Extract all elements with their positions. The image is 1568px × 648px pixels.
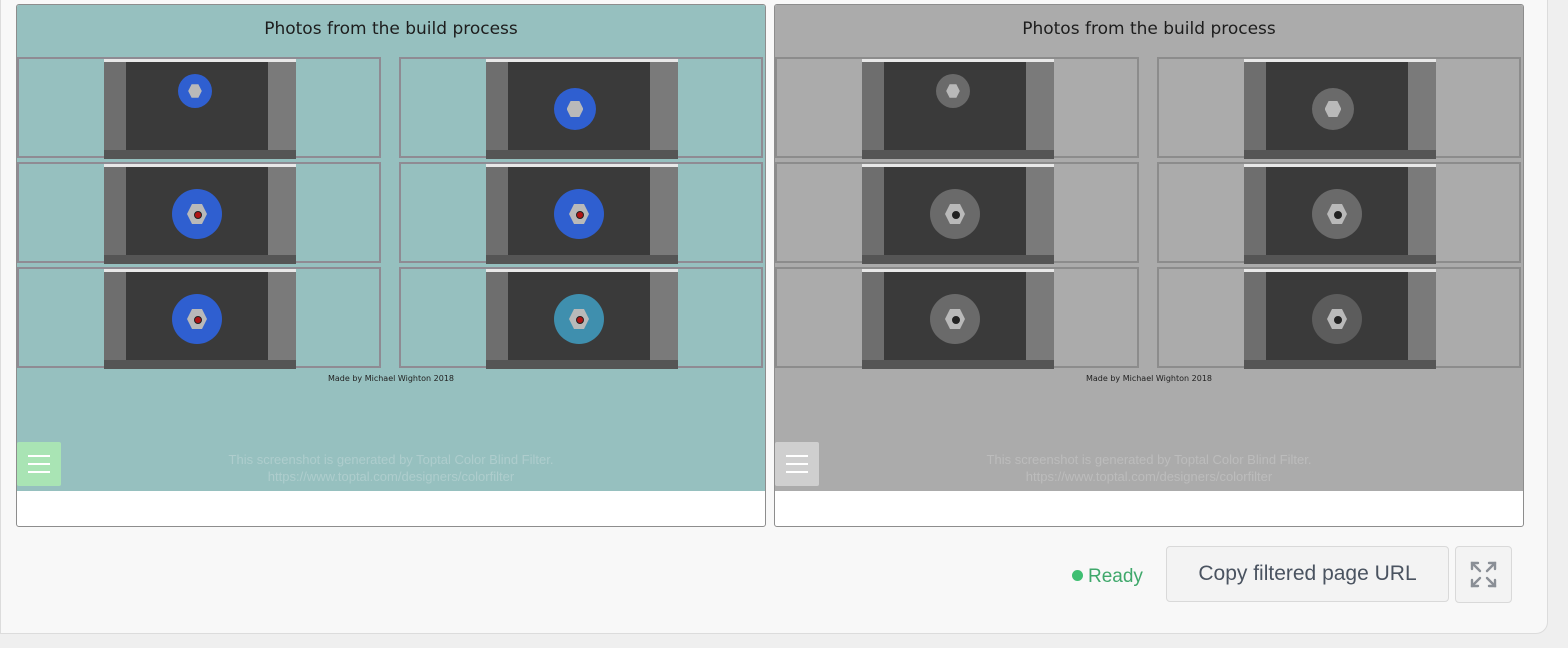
photo-cell	[1157, 57, 1521, 159]
photo-cell	[775, 267, 1139, 369]
expand-icon	[1470, 561, 1497, 588]
photo-cell	[17, 162, 381, 264]
orb-model	[930, 189, 980, 239]
preview-page: Photos from the build process Made by Mi…	[17, 5, 765, 491]
orb-model	[554, 189, 604, 239]
photo-cell	[1157, 162, 1521, 264]
hamburger-menu-icon[interactable]	[17, 442, 61, 486]
status-label: Ready	[1088, 566, 1143, 587]
watermark-line: This screenshot is generated by Toptal C…	[986, 452, 1312, 467]
build-photo	[486, 269, 678, 369]
photo-cell	[775, 162, 1139, 264]
build-photo	[1244, 164, 1436, 264]
watermark: This screenshot is generated by Toptal C…	[17, 451, 765, 485]
page-title: Photos from the build process	[264, 19, 518, 39]
preview-page: Photos from the build process Made by Mi…	[775, 5, 1523, 491]
build-photo	[486, 59, 678, 159]
photo-cell	[17, 267, 381, 369]
orb-model	[936, 74, 970, 108]
orb-model	[554, 294, 604, 344]
hamburger-menu-icon[interactable]	[775, 442, 819, 486]
photo-cell	[399, 57, 763, 159]
orb-model	[930, 294, 980, 344]
original-preview-pane: Photos from the build process Made by Mi…	[16, 4, 766, 527]
filtered-preview-pane: Photos from the build process Made by Mi…	[774, 4, 1524, 527]
credit-text: Made by Michael Wighton 2018	[328, 374, 454, 383]
photo-cell	[399, 267, 763, 369]
orb-model	[178, 74, 212, 108]
orb-model	[1312, 189, 1362, 239]
filter-preview-card: Photos from the build process Made by Mi…	[0, 0, 1548, 634]
watermark-line: This screenshot is generated by Toptal C…	[228, 452, 554, 467]
photo-grid	[775, 57, 1523, 373]
build-photo	[1244, 269, 1436, 369]
copy-filtered-url-button[interactable]: Copy filtered page URL	[1166, 546, 1449, 602]
photo-cell	[775, 57, 1139, 159]
credit-text: Made by Michael Wighton 2018	[1086, 374, 1212, 383]
build-photo	[862, 59, 1054, 159]
build-photo	[104, 59, 296, 159]
build-photo	[1244, 59, 1436, 159]
status-indicator: Ready	[1072, 566, 1143, 588]
orb-model	[1312, 88, 1354, 130]
build-photo	[104, 269, 296, 369]
watermark-url: https://www.toptal.com/designers/colorfi…	[267, 469, 515, 484]
photo-cell	[399, 162, 763, 264]
build-photo	[486, 164, 678, 264]
build-photo	[862, 269, 1054, 369]
status-dot-icon	[1072, 570, 1083, 581]
orb-model	[554, 88, 596, 130]
expand-button[interactable]	[1455, 546, 1512, 603]
page-title: Photos from the build process	[1022, 19, 1276, 39]
photo-grid	[17, 57, 765, 373]
build-photo	[104, 164, 296, 264]
orb-model	[172, 294, 222, 344]
photo-cell	[17, 57, 381, 159]
orb-model	[172, 189, 222, 239]
watermark: This screenshot is generated by Toptal C…	[775, 451, 1523, 485]
orb-model	[1312, 294, 1362, 344]
build-photo	[862, 164, 1054, 264]
photo-cell	[1157, 267, 1521, 369]
watermark-url: https://www.toptal.com/designers/colorfi…	[1025, 469, 1273, 484]
